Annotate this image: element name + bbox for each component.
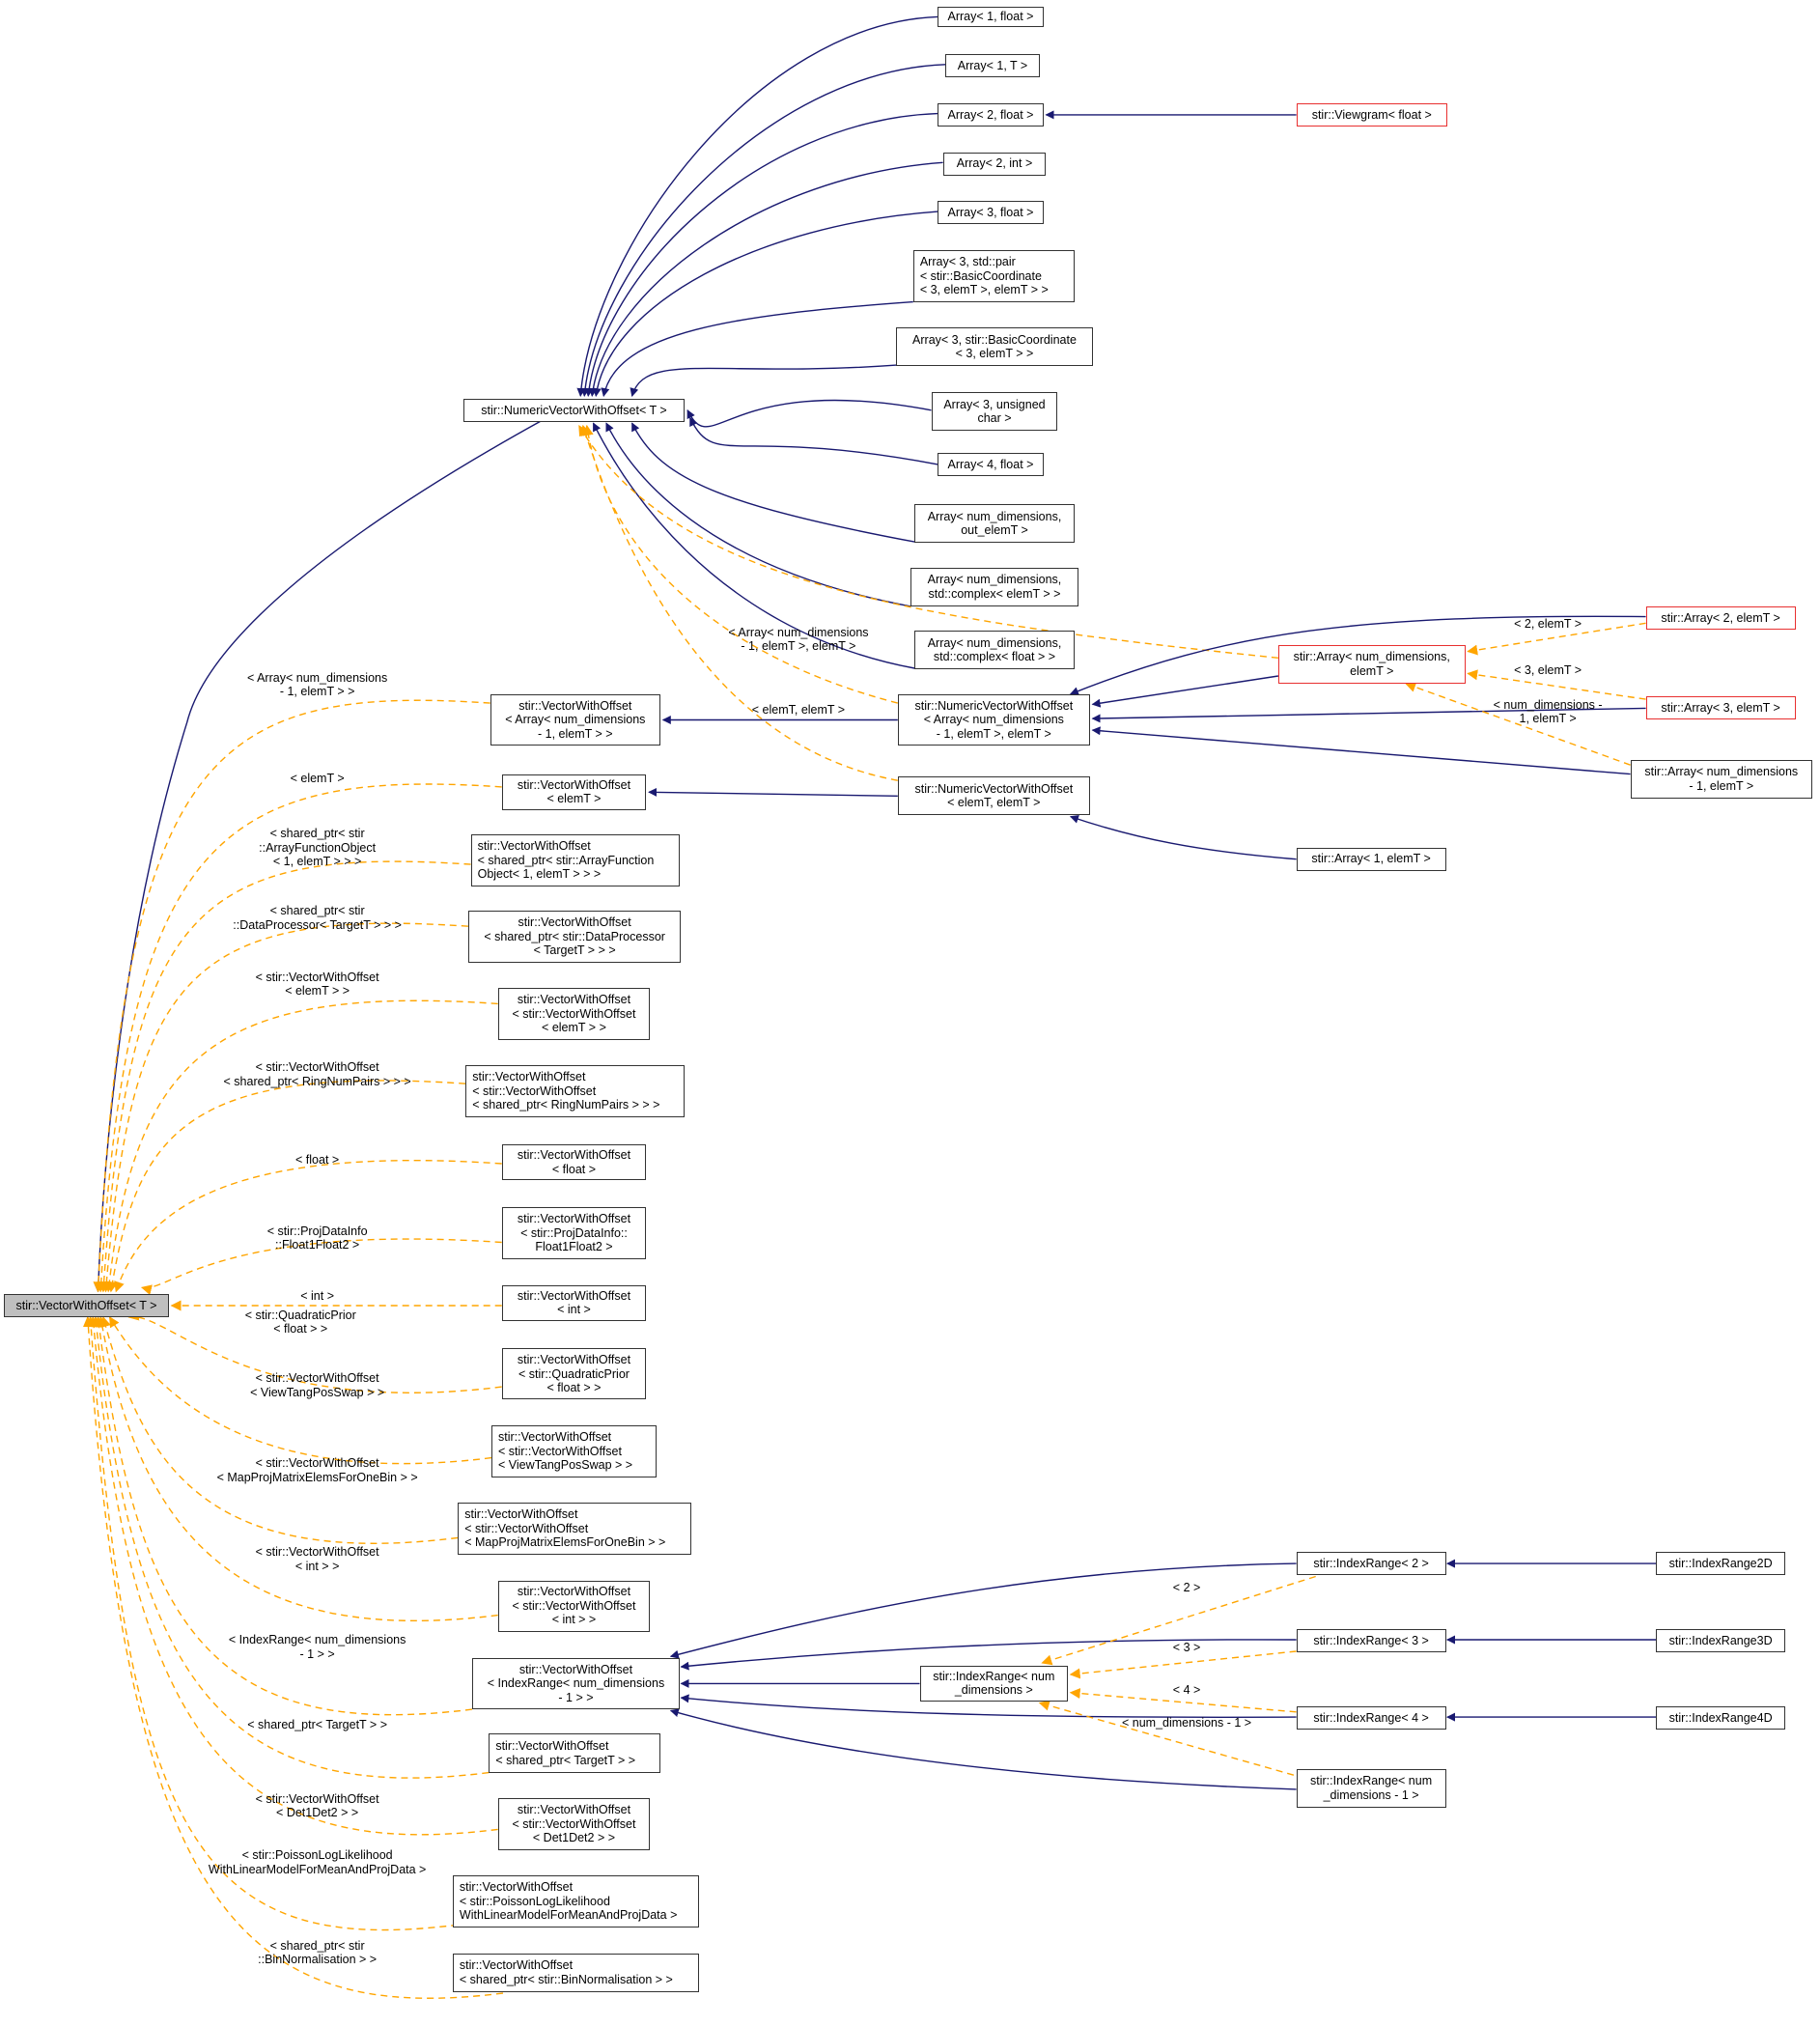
class-node-vwo-ir[interactable]: stir::VectorWithOffset < IndexRange< num… — [471, 1657, 681, 1710]
edge-label-vwo-vtps: < stir::VectorWithOffset < ViewTangPosSw… — [250, 1371, 385, 1399]
edge-label-vwo-elemt: < elemT > — [290, 771, 345, 785]
edge-ir-3-to-vwo-ir — [680, 1639, 1297, 1671]
edge-arr-3-pair-to-nvwo-t — [601, 300, 913, 397]
edge-label-ir-3: < 3 > — [1172, 1641, 1201, 1655]
class-node-ir-4[interactable]: stir::IndexRange< 4 > — [1296, 1706, 1446, 1731]
edge-label-vwo-bn: < shared_ptr< stir ::BinNormalisation > … — [258, 1938, 378, 1967]
edge-stir-array-nd-to-nvwo-array — [1091, 675, 1279, 708]
class-node-vwo-mpm[interactable]: stir::VectorWithOffset < stir::VectorWit… — [458, 1503, 692, 1555]
class-node-vwo-pll[interactable]: stir::VectorWithOffset < stir::PoissonLo… — [452, 1875, 700, 1928]
class-node-stir-array-ndm1[interactable]: stir::Array< num_dimensions - 1, elemT > — [1630, 759, 1812, 799]
edge-label-vwo-mpm: < stir::VectorWithOffset < MapProjMatrix… — [216, 1456, 418, 1484]
edge-label-vwo-ff: < stir::ProjDataInfo ::Float1Float2 > — [266, 1224, 368, 1252]
edge-label-stir-array-ndm1: < num_dimensions - 1, elemT > — [1493, 697, 1603, 726]
edge-arr-1-t-to-nvwo-t — [580, 64, 946, 397]
edge-arr-3-basic-to-nvwo-t — [630, 364, 897, 397]
edge-ir-2-to-vwo-ir — [669, 1562, 1297, 1659]
class-node-arr-3-basic[interactable]: Array< 3, stir::BasicCoordinate < 3, ele… — [896, 327, 1093, 367]
class-node-stir-array-nd[interactable]: stir::Array< num_dimensions, elemT > — [1277, 644, 1466, 685]
edge-label-ir-ndm1: < num_dimensions - 1 > — [1121, 1715, 1252, 1730]
class-node-vwo-qp[interactable]: stir::VectorWithOffset < stir::Quadratic… — [501, 1348, 647, 1400]
edge-label-vwo-ir: < IndexRange< num_dimensions - 1 > > — [228, 1633, 406, 1661]
edge-label-vwo-int: < int > — [300, 1288, 334, 1303]
edge-label-vwo-array: < Array< num_dimensions - 1, elemT > > — [247, 670, 388, 699]
edge-label-vwo-float: < float > — [295, 1153, 340, 1168]
class-node-arr-1-float[interactable]: Array< 1, float > — [938, 6, 1044, 28]
edge-vwo-rnp-to-root — [107, 1080, 466, 1293]
edge-label-vwo-vwo-elemt: < stir::VectorWithOffset < elemT > > — [255, 970, 379, 999]
edge-label-vwo-vwo-int: < stir::VectorWithOffset < int > > — [255, 1545, 379, 1573]
class-node-arr-3-pair[interactable]: Array< 3, std::pair < stir::BasicCoordin… — [912, 250, 1075, 302]
edge-arr-nd-complex-elem-to-nvwo-t — [605, 422, 911, 607]
class-node-stir-array-1[interactable]: stir::Array< 1, elemT > — [1296, 847, 1446, 871]
class-node-arr-3-uchar[interactable]: Array< 3, unsigned char > — [931, 392, 1058, 432]
edge-label-vwo-rnp: < stir::VectorWithOffset < shared_ptr< R… — [223, 1060, 411, 1088]
class-node-vwo-vwo-int[interactable]: stir::VectorWithOffset < stir::VectorWit… — [497, 1580, 651, 1632]
class-node-arr-3-float[interactable]: Array< 3, float > — [938, 201, 1044, 225]
class-node-arr-nd-complex-elem[interactable]: Array< num_dimensions, std::complex< ele… — [910, 567, 1078, 606]
edge-stir-array-1-to-nvwo-elemt — [1069, 814, 1297, 860]
class-node-nvwo-t[interactable]: stir::NumericVectorWithOffset< T > — [462, 398, 686, 422]
edge-arr-3-uchar-to-nvwo-t — [686, 399, 932, 428]
class-node-vwo-vwo-elemt[interactable]: stir::VectorWithOffset < stir::VectorWit… — [497, 988, 651, 1040]
class-node-arr-2-float[interactable]: Array< 2, float > — [938, 102, 1044, 127]
class-node-vwo-array[interactable]: stir::VectorWithOffset < Array< num_dime… — [490, 693, 660, 746]
edge-label-stir-array-2: < 2, elemT > — [1514, 616, 1582, 631]
class-node-ir-ndm1[interactable]: stir::IndexRange< num _dimensions - 1 > — [1296, 1768, 1446, 1808]
edge-label-stir-array-3: < 3, elemT > — [1514, 662, 1582, 677]
class-node-arr-1-t[interactable]: Array< 1, T > — [945, 54, 1040, 78]
class-node-arr-2-int[interactable]: Array< 2, int > — [942, 152, 1047, 176]
class-node-ir-nd[interactable]: stir::IndexRange< num _dimensions > — [919, 1665, 1069, 1702]
class-node-nvwo-elemt[interactable]: stir::NumericVectorWithOffset < elemT, e… — [897, 776, 1090, 816]
class-node-vwo-float[interactable]: stir::VectorWithOffset < float > — [501, 1143, 647, 1181]
edge-label-vwo-dp: < shared_ptr< stir ::DataProcessor< Targ… — [233, 904, 402, 932]
class-node-vwo-bn[interactable]: stir::VectorWithOffset < shared_ptr< sti… — [452, 1953, 700, 1992]
class-node-vwo-ff[interactable]: stir::VectorWithOffset < stir::ProjDataI… — [501, 1207, 647, 1259]
class-node-vwo-d1d2[interactable]: stir::VectorWithOffset < stir::VectorWit… — [497, 1798, 651, 1850]
class-node-vwo-dp[interactable]: stir::VectorWithOffset < shared_ptr< sti… — [467, 911, 682, 963]
edge-arr-nd-out-to-nvwo-t — [630, 422, 915, 543]
edge-vwo-pll-to-root — [85, 1315, 459, 1931]
class-node-arr-nd-out[interactable]: Array< num_dimensions, out_elemT > — [914, 504, 1075, 544]
class-node-nvwo-array[interactable]: stir::NumericVectorWithOffset < Array< n… — [897, 693, 1090, 746]
edge-arr-2-int-to-nvwo-t — [588, 161, 943, 397]
edge-label-nvwo-array: < Array< num_dimensions - 1, elemT >, el… — [728, 625, 869, 654]
class-node-ir2d[interactable]: stir::IndexRange2D — [1656, 1552, 1785, 1576]
class-node-viewgram[interactable]: stir::Viewgram< float > — [1296, 102, 1447, 127]
class-node-vwo-rnp[interactable]: stir::VectorWithOffset < stir::VectorWit… — [465, 1065, 686, 1117]
class-node-ir3d[interactable]: stir::IndexRange3D — [1656, 1629, 1785, 1653]
class-node-vwo-sp-t[interactable]: stir::VectorWithOffset < shared_ptr< Tar… — [489, 1733, 660, 1773]
edge-stir-array-ndm1-to-nvwo-array — [1091, 726, 1631, 775]
edge-vwo-mpm-to-root — [100, 1315, 459, 1544]
class-node-ir-2[interactable]: stir::IndexRange< 2 > — [1296, 1552, 1446, 1576]
edge-nvwo-elemt-to-vwo-elemt — [648, 787, 898, 797]
class-node-vwo-afo[interactable]: stir::VectorWithOffset < shared_ptr< sti… — [470, 834, 681, 886]
class-node-ir-3[interactable]: stir::IndexRange< 3 > — [1296, 1629, 1446, 1653]
class-node-vwo-int[interactable]: stir::VectorWithOffset < int > — [501, 1284, 647, 1321]
class-node-stir-array-2[interactable]: stir::Array< 2, elemT > — [1645, 605, 1796, 630]
edge-label-vwo-afo: < shared_ptr< stir ::ArrayFunctionObject… — [259, 827, 377, 869]
edge-label-nvwo-array-vwo: < elemT, elemT > — [751, 703, 846, 718]
edge-ir-ndm1-to-ir-nd — [1038, 1700, 1295, 1776]
class-node-vwo-vtps[interactable]: stir::VectorWithOffset < stir::VectorWit… — [490, 1425, 657, 1477]
edge-label-ir-4: < 4 > — [1172, 1683, 1201, 1698]
edge-label-ir-2: < 2 > — [1172, 1580, 1201, 1594]
class-node-ir4d[interactable]: stir::IndexRange4D — [1656, 1706, 1785, 1731]
class-node-root[interactable]: stir::VectorWithOffset< T > — [4, 1293, 169, 1317]
edge-stir-array-3-to-stir-array-nd — [1467, 669, 1646, 700]
edge-label-vwo-d1d2: < stir::VectorWithOffset < Det1Det2 > > — [255, 1791, 379, 1820]
class-node-stir-array-3[interactable]: stir::Array< 3, elemT > — [1645, 696, 1796, 720]
edge-arr-4-float-to-nvwo-t — [689, 416, 938, 465]
edge-label-vwo-pll: < stir::PoissonLogLikelihood WithLinearM… — [208, 1848, 427, 1876]
class-node-arr-4-float[interactable]: Array< 4, float > — [938, 452, 1044, 476]
edge-label-vwo-sp-t: < shared_ptr< TargetT > > — [247, 1718, 388, 1732]
class-node-arr-nd-complex-float[interactable]: Array< num_dimensions, std::complex< flo… — [914, 631, 1075, 670]
edge-label-vwo-qp: < stir::QuadraticPrior < float > > — [244, 1308, 356, 1337]
class-node-vwo-elemt[interactable]: stir::VectorWithOffset < elemT > — [501, 774, 647, 810]
edge-nvwo-array-to-nvwo-t — [582, 424, 898, 704]
